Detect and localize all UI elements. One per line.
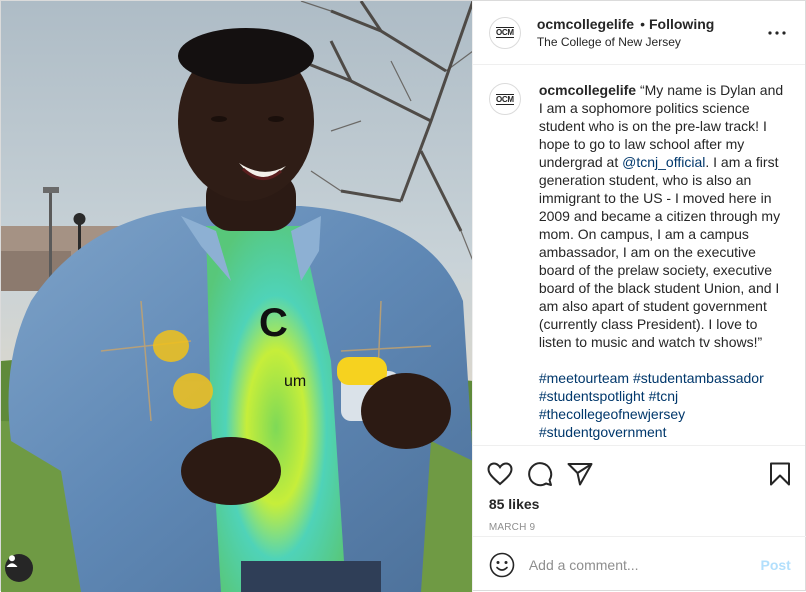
post-date[interactable]: MARCH 9	[487, 522, 791, 533]
paper-plane-glyph	[567, 463, 593, 486]
heart-glyph	[487, 462, 513, 486]
svg-text:um: um	[284, 373, 306, 390]
caption-username-link[interactable]: ocmcollegelife	[539, 82, 636, 98]
caption-text: ocmcollegelife “My name is Dylan and I a…	[539, 81, 789, 351]
post-comment-button[interactable]: Post	[760, 557, 790, 573]
user-tag-icon[interactable]	[5, 554, 33, 582]
following-button[interactable]: Following	[649, 16, 714, 32]
hashtag-link[interactable]: #tcnj	[649, 388, 679, 404]
hashtag-link[interactable]: #meetourteam	[539, 370, 629, 386]
photo-illustration: C um	[1, 1, 472, 592]
hashtag-link[interactable]: #studentspotlight	[539, 388, 645, 404]
hashtag-link[interactable]: #studentambassador	[633, 370, 764, 386]
more-options-icon[interactable]	[765, 21, 789, 45]
location-link[interactable]: The College of New Jersey	[537, 35, 765, 49]
post-modal: C um OCM ocmcollegelife • Following The …	[0, 0, 806, 592]
hashtag-link[interactable]: #studentgovernment	[539, 424, 667, 440]
heart-icon[interactable]	[487, 454, 527, 494]
bookmark-icon[interactable]	[751, 454, 791, 494]
svg-text:C: C	[259, 301, 288, 345]
mention-link[interactable]: @tcnj_official	[622, 154, 705, 170]
caption: ocmcollegelife “My name is Dylan and I a…	[539, 81, 789, 445]
comment-icon[interactable]	[527, 454, 567, 494]
post-header: OCM ocmcollegelife • Following The Colle…	[472, 1, 805, 65]
header-text: ocmcollegelife • Following The College o…	[537, 16, 765, 49]
comments-section[interactable]: OCM ocmcollegelife “My name is Dylan and…	[473, 65, 805, 445]
caption-avatar-logo-text: OCM	[495, 93, 514, 105]
caption-avatar[interactable]: OCM	[488, 83, 521, 115]
hashtag-link[interactable]: #thecollegeofnewjersey	[539, 406, 685, 422]
avatar-logo-text: OCM	[495, 27, 514, 38]
post-side-panel: OCM ocmcollegelife • Following The Colle…	[471, 1, 806, 592]
paper-plane-icon[interactable]	[567, 454, 607, 494]
emoji-glyph	[489, 552, 515, 577]
profile-avatar[interactable]: OCM	[488, 16, 521, 49]
more-dots-glyph	[768, 30, 786, 35]
action-icon-row	[487, 454, 791, 494]
header-row: ocmcollegelife • Following	[537, 16, 765, 32]
hashtag-list: #meetourteam #studentambassador #student…	[539, 369, 789, 441]
add-comment-bar: Post	[472, 536, 806, 592]
emoji-icon[interactable]	[489, 552, 515, 578]
post-photo[interactable]: C um	[1, 1, 472, 592]
caption-text-after: . I am a first generation student, who i…	[538, 154, 784, 350]
comment-input[interactable]	[528, 556, 761, 573]
likes-count[interactable]: 85 likes	[487, 496, 791, 512]
bookmark-glyph	[770, 462, 790, 486]
comment-glyph	[528, 462, 552, 487]
header-username-link[interactable]: ocmcollegelife	[537, 16, 634, 32]
header-separator: •	[640, 16, 645, 32]
user-tag-glyph	[6, 555, 18, 567]
